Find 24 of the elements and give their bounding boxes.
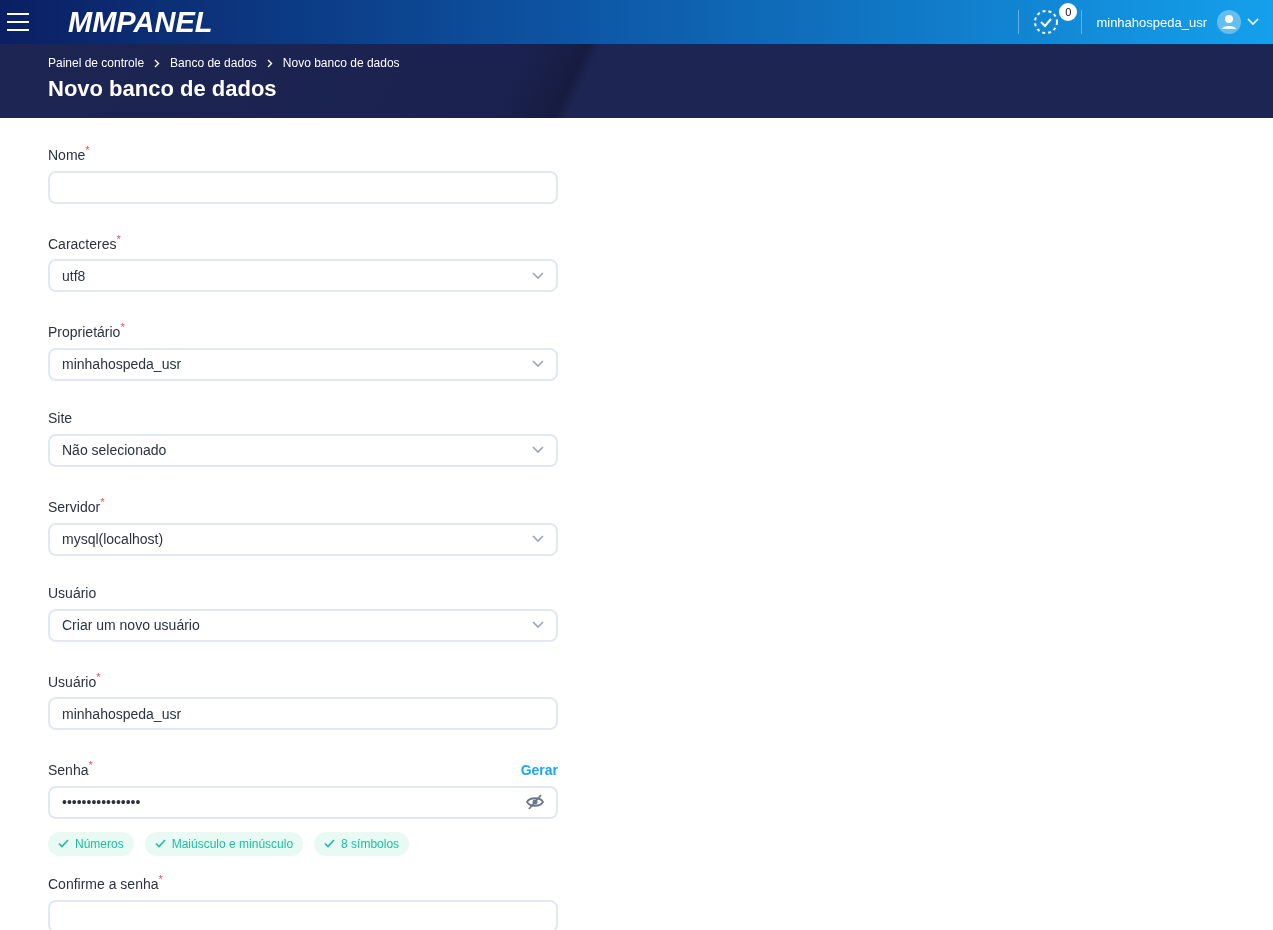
field-label: Servidor$^{*}$: [48, 495, 105, 515]
logo[interactable]: MMPANEL: [68, 7, 213, 37]
field-label: Site: [48, 409, 73, 426]
field-label: Caracteres$^{*}$: [48, 232, 121, 252]
password-requirement: Números: [48, 831, 134, 856]
field-label: Senha$^{*}$: [48, 759, 93, 778]
field-label: Proprietário$^{*}$: [48, 321, 125, 340]
select-field[interactable]: minhahospeda_usr: [48, 347, 558, 381]
field-label: Usuário$^{*}$: [48, 670, 101, 690]
field-label: Confirme a senha$^{*}$: [48, 872, 163, 892]
select-field[interactable]: Criar um novo usuário: [48, 608, 558, 642]
select-field[interactable]: Não selecionado: [48, 433, 558, 467]
password-requirement: 8 símbolos: [314, 831, 410, 856]
password-requirement: Maiúsculo e minúsculo: [144, 831, 304, 856]
password-field[interactable]: ••••••••••••••••: [48, 785, 558, 819]
notification-count: 0: [1059, 3, 1078, 21]
page-title: Novo banco de dados: [48, 76, 278, 102]
select-field[interactable]: mysql(localhost): [48, 522, 558, 556]
input-field[interactable]: minhahospeda_usr: [48, 697, 558, 731]
field-label: Nome$^{*}$: [48, 144, 90, 163]
field-label: Usuário: [48, 584, 97, 601]
breadcrumb-link[interactable]: Painel de controle: [48, 56, 145, 70]
select-field[interactable]: utf8: [48, 259, 558, 293]
breadcrumb-link[interactable]: Banco de dados: [170, 56, 257, 70]
